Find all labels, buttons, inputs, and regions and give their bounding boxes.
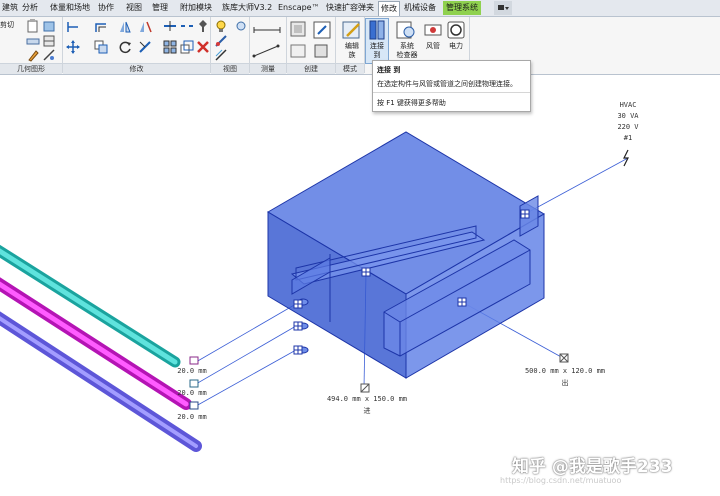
- connect-to-tooltip: 连接 到 在选定构件与风管或管道之间创建物理连接。 按 F1 键获得更多帮助: [372, 60, 531, 112]
- align-icon[interactable]: [66, 20, 80, 34]
- create-group-icon[interactable]: [289, 20, 309, 40]
- tab-view[interactable]: 视图: [126, 1, 142, 15]
- cope-icon[interactable]: [42, 19, 56, 33]
- pipe-dim-3: 20.0 mm: [177, 413, 207, 421]
- edit-family-button[interactable]: 编辑 族: [338, 18, 366, 64]
- split-element-icon[interactable]: [163, 19, 177, 33]
- hint-lightbulb-icon[interactable]: [214, 19, 228, 33]
- paint-icon[interactable]: [26, 48, 40, 62]
- tooltip-help: 按 F1 键获得更多帮助: [377, 99, 446, 107]
- panel-label-create: 创建: [287, 63, 335, 74]
- duct-button[interactable]: 风管: [421, 18, 445, 64]
- copy-icon[interactable]: [94, 40, 108, 54]
- outlet-size-label: 500.0 mm x 120.0 mm: [524, 367, 606, 375]
- inlet-label: 进: [363, 407, 371, 415]
- panel-label-view: 视图: [211, 63, 249, 74]
- power-icon: [447, 21, 465, 39]
- hide-element-icon[interactable]: [234, 19, 248, 33]
- connect-to-label: 连接 到: [370, 42, 384, 59]
- move-icon[interactable]: [66, 40, 80, 54]
- array-icon[interactable]: [163, 40, 177, 54]
- connect-to-icon: [369, 20, 385, 40]
- scale-icon[interactable]: [180, 40, 194, 54]
- pipe-dim-2: 20.0 mm: [177, 389, 207, 397]
- duct-label: 风管: [426, 42, 440, 50]
- mirror-axis-icon[interactable]: [118, 20, 132, 34]
- tooltip-divider: [373, 92, 530, 93]
- override-graphics-icon[interactable]: [214, 34, 228, 48]
- trim-extend-icon[interactable]: [138, 40, 152, 54]
- measure-distance-icon[interactable]: [252, 22, 282, 36]
- electrical-voltage-label: 220 V: [617, 123, 639, 131]
- panel-label-measure: 测量: [250, 63, 286, 74]
- paste-icon[interactable]: [26, 19, 40, 33]
- mechanical-equipment[interactable]: [267, 131, 545, 379]
- power-label: 电力: [449, 42, 463, 50]
- create-parts-icon[interactable]: [312, 42, 332, 60]
- tab-collaborate[interactable]: 协作: [98, 1, 114, 15]
- duct-icon: [424, 24, 442, 36]
- tooltip-description: 在选定构件与风管或管道之间创建物理连接。: [377, 80, 517, 88]
- electrical-annotation: HVAC 30 VA 220 V #1: [608, 100, 648, 144]
- power-button[interactable]: 电力: [444, 18, 468, 64]
- pin-icon[interactable]: [196, 19, 210, 33]
- electrical-circuit-label: #1: [623, 134, 633, 142]
- connect-to-button[interactable]: 连接 到: [365, 18, 389, 64]
- mirror-draw-icon[interactable]: [138, 20, 152, 34]
- tab-enscape[interactable]: Enscape™: [278, 1, 320, 15]
- offset-icon[interactable]: [94, 20, 108, 34]
- tab-mechanical-equipment[interactable]: 机械设备: [404, 1, 436, 15]
- join-icon[interactable]: [26, 34, 40, 48]
- pipe-dim-1: 20.0 mm: [177, 367, 207, 375]
- cut-label[interactable]: 剪切: [0, 21, 14, 30]
- tab-massing-site[interactable]: 体量和场地: [50, 1, 90, 15]
- electrical-connector-icon: [623, 149, 629, 167]
- tab-overflow-button[interactable]: [494, 1, 512, 15]
- inlet-size-label: 494.0 mm x 150.0 mm: [326, 395, 408, 403]
- ribbon-tab-bar: 建筑 分析 体量和场地 协作 视图 管理 附加模块 族库大师V3.2 Ensca…: [0, 0, 720, 17]
- tab-quick-expand[interactable]: 快速扩容弹夹: [326, 1, 374, 15]
- tab-family-master[interactable]: 族库大师V3.2: [222, 1, 272, 15]
- outlet-label: 出: [561, 379, 569, 387]
- wall-join-icon[interactable]: [42, 34, 56, 48]
- aligned-dimension-icon[interactable]: [252, 42, 282, 60]
- linework-icon[interactable]: [214, 48, 228, 62]
- system-inspector-button[interactable]: 系统 检查器: [392, 18, 422, 64]
- tab-manage-system[interactable]: 管理系统: [443, 1, 481, 15]
- panel-label-geometry: 几何图形: [0, 63, 62, 74]
- tab-manage[interactable]: 管理: [152, 1, 168, 15]
- tab-architecture[interactable]: 建筑: [2, 1, 18, 15]
- electrical-load-label: 30 VA: [617, 112, 639, 120]
- edit-family-icon: [342, 21, 360, 39]
- tab-analyze[interactable]: 分析: [22, 1, 38, 15]
- create-similar-icon[interactable]: [312, 20, 332, 40]
- tab-modify[interactable]: 修改: [378, 1, 400, 16]
- panel-separator: [364, 17, 365, 73]
- edit-family-label: 编辑 族: [345, 42, 359, 59]
- electrical-system-label: HVAC: [619, 101, 637, 109]
- panel-label-mode: 模式: [336, 63, 364, 74]
- create-assembly-icon[interactable]: [289, 42, 309, 60]
- dropdown-icon: [498, 5, 509, 10]
- system-inspector-icon: [396, 21, 415, 39]
- delete-icon[interactable]: [196, 40, 210, 54]
- split-face-icon[interactable]: [42, 48, 56, 62]
- system-inspector-label: 系统 检查器: [396, 42, 418, 59]
- tab-addins[interactable]: 附加模块: [180, 1, 212, 15]
- watermark-url: https://blog.csdn.net/muatuoo: [500, 476, 622, 485]
- watermark-text: 知乎 @我是歌手233: [512, 457, 673, 477]
- tooltip-title: 连接 到: [377, 66, 401, 74]
- split-gap-icon[interactable]: [180, 19, 194, 33]
- rotate-icon[interactable]: [118, 40, 132, 54]
- panel-label-modify: 修改: [63, 63, 210, 74]
